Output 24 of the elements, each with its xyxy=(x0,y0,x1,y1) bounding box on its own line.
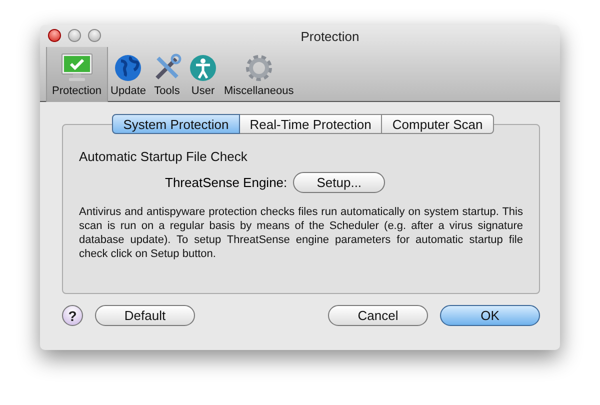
section-title: Automatic Startup File Check xyxy=(79,149,248,164)
tab[interactable]: Real-Time Protection xyxy=(240,114,382,134)
gear-icon xyxy=(244,53,274,83)
setup-button[interactable]: Setup... xyxy=(293,172,386,193)
toolbar-item[interactable]: Update xyxy=(108,47,150,102)
user-icon xyxy=(188,53,218,83)
dialog-button[interactable]: Default xyxy=(95,305,195,326)
help-button[interactable]: ? xyxy=(62,305,83,326)
engine-label: ThreatSense Engine: xyxy=(165,175,288,190)
toolbar-item[interactable]: User xyxy=(185,47,222,102)
toolbar-item[interactable]: Miscellaneous xyxy=(221,47,297,102)
minimize-button[interactable] xyxy=(68,29,81,42)
tab[interactable]: Computer Scan xyxy=(382,114,494,134)
globe-icon xyxy=(113,53,144,83)
dialog-button[interactable]: OK xyxy=(440,305,540,326)
dialog-button[interactable]: Cancel xyxy=(328,305,428,326)
toolbar-item[interactable]: Tools xyxy=(149,47,186,102)
zoom-button[interactable] xyxy=(88,29,101,42)
monitor-icon xyxy=(60,53,94,83)
close-button[interactable] xyxy=(48,29,61,42)
window-title: Protection xyxy=(300,28,360,44)
tab[interactable]: System Protection xyxy=(112,114,240,134)
description-text: Antivirus and antispyware protection checks files run automatically on system startup. This scan is run on a regular basis by means of the Scheduler (e.g. after a virus signature database update). To setup ThreatSense engine parameters for automatic startup file check click on Setup button. xyxy=(79,205,523,261)
toolbar-item[interactable]: Protection xyxy=(46,47,108,102)
